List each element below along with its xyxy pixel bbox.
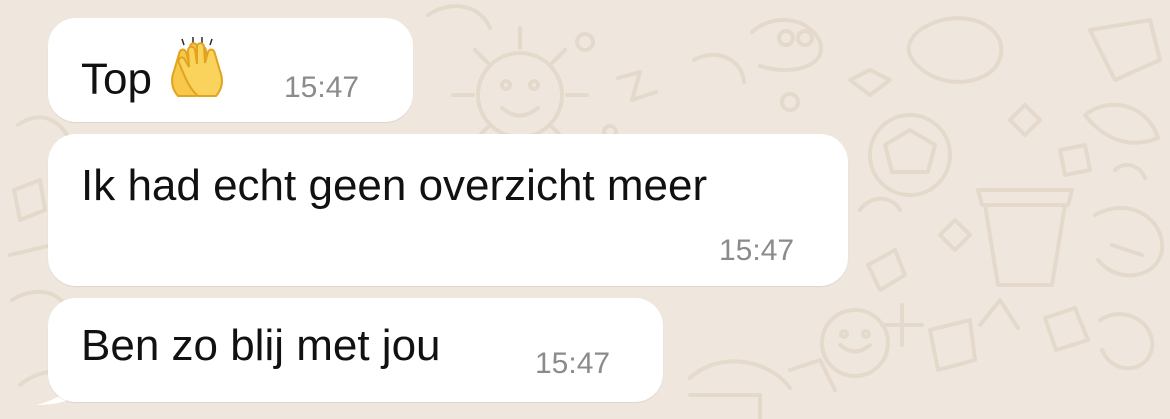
message-bubble-overview: Ik had echt geen overzicht meer 15:47 <box>48 134 848 286</box>
message-time: 15:47 <box>719 234 795 267</box>
message-text: Top <box>81 54 152 104</box>
message-bubble-top: Top 15:47 <box>48 18 413 122</box>
message-text: Ik had echt geen overzicht meer <box>81 161 708 210</box>
raising-hands-icon <box>166 36 228 112</box>
message-bubble-happy: Ben zo blij met jou 15:47 <box>48 298 663 402</box>
message-time: 15:47 <box>535 347 611 380</box>
message-text-top: Top <box>81 37 228 120</box>
message-text: Ben zo blij met jou <box>81 321 441 370</box>
message-time: 15:47 <box>284 71 360 104</box>
